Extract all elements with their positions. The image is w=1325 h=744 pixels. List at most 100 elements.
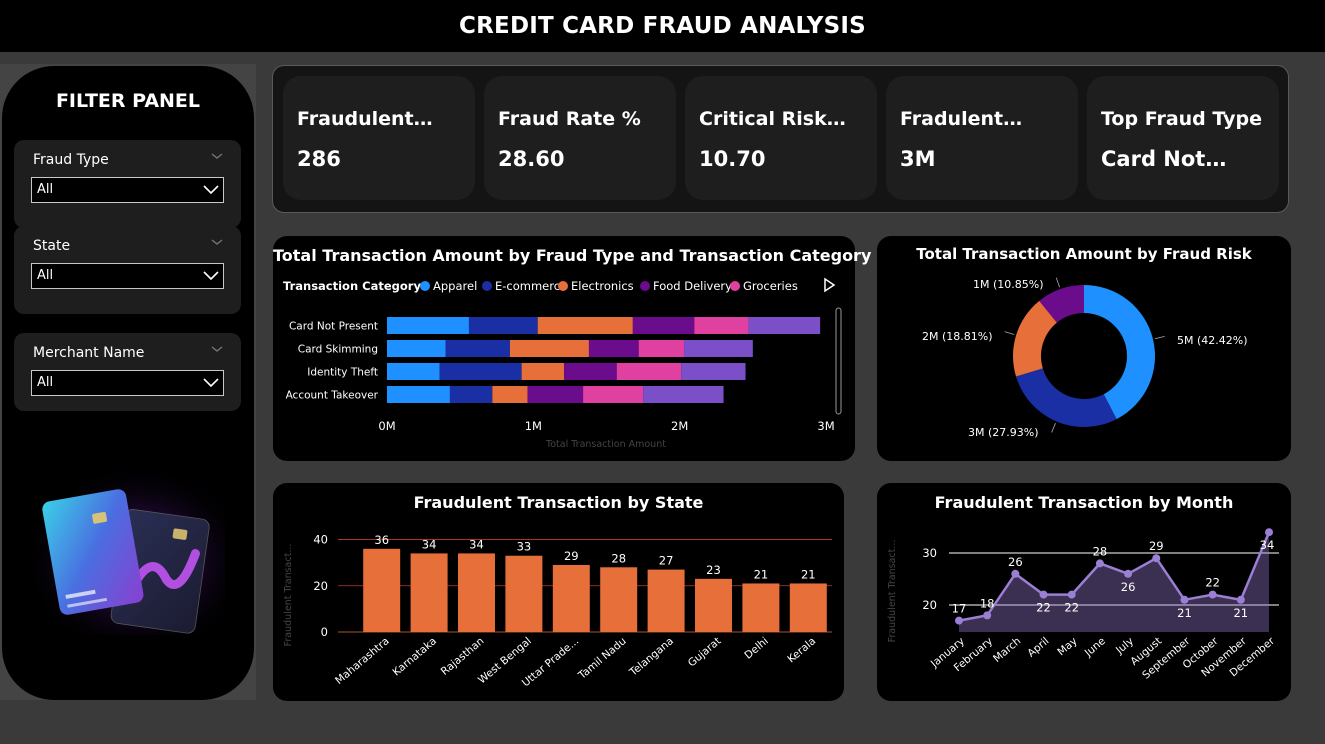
legend-marker-electronics [558,281,568,291]
x-tick-label-maharashtra: Maharashtra [333,635,392,687]
bar-segment-card-skimming-1 [445,340,510,357]
data-point-january [955,616,963,625]
state-dropdown[interactable]: All [31,263,224,289]
legend-label-e-commerce: E-commerce [495,279,567,293]
chart-panel-month: Fraudulent Transaction by Month Fraudule… [877,483,1291,701]
bar-karnataka [410,553,448,632]
kpi-value: 3M [900,147,936,171]
bar-segment-card-not-present-2 [537,317,633,334]
category-label-identity-theft: Identity Theft [307,367,378,379]
data-label: 34 [469,537,484,551]
data-label: 27 [659,554,674,568]
kpi-title: Fraud Rate % [498,108,641,130]
data-label: 26 [1008,555,1023,569]
x-tick-label-telangana: Telangana [627,635,676,679]
x-tick-label-delhi: Delhi [742,635,770,662]
legend-marker-e-commerce [482,281,492,291]
slicer-state: State All [14,226,241,314]
x-tick-label-rajasthan: Rajasthan [439,635,487,678]
bar-segment-card-skimming-2 [509,340,589,357]
data-point-april [1039,590,1048,599]
kpi-value: Card Not… [1101,147,1227,171]
kpi-card-fraudulent-transactions[interactable]: Fraudulent… 286 [283,76,475,200]
kpi-card-fraudulent-amount[interactable]: Fradulent… 3M [886,76,1078,200]
bar-segment-account-takeover-2 [492,386,528,403]
dropdown-value: All [37,375,54,390]
bar-segment-account-takeover-1 [449,386,493,403]
chevron-down-icon[interactable] [211,150,223,162]
leader-line [1004,331,1015,335]
bar-west-bengal [505,555,543,632]
chevron-down-icon[interactable] [211,236,223,248]
x-tick-label: 0M [378,419,395,433]
donut-data-label: 5M (42.42%) [1177,334,1248,347]
x-axis-label: Total Transaction Amount [545,439,666,450]
category-label-account-takeover: Account Takeover [286,390,379,402]
chart-panel-fraud-risk: Total Transaction Amount by Fraud Risk 5… [877,236,1291,461]
category-label-card-skimming: Card Skimming [298,344,378,356]
bar-segment-account-takeover-0 [387,386,450,403]
chevron-down-icon[interactable] [211,343,223,355]
bar-segment-identity-theft-2 [521,363,565,380]
data-label: 21 [1177,606,1192,620]
credit-card-illustration [30,470,225,635]
data-label: 22 [1064,601,1079,615]
bar-segment-card-not-present-0 [387,317,469,334]
kpi-title: Fraudulent… [297,108,433,130]
data-label: 28 [611,551,626,565]
bar-segment-card-not-present-4 [694,317,749,334]
category-label-card-not-present: Card Not Present [289,321,378,333]
legend-marker-groceries [730,281,740,291]
merchant-name-dropdown[interactable]: All [31,370,224,396]
data-label: 22 [1036,601,1051,615]
donut-data-label: 1M (10.85%) [973,278,1044,291]
data-label: 21 [754,567,769,581]
bar-segment-account-takeover-5 [643,386,724,403]
legend-label-electronics: Electronics [571,279,634,293]
kpi-card-fraud-rate[interactable]: Fraud Rate % 28.60 [484,76,676,200]
kpi-card-critical-risk[interactable]: Critical Risk… 10.70 [685,76,877,200]
x-tick-label: 3M [817,419,834,433]
legend-label-apparel: Apparel [433,279,477,293]
chevron-down-icon [203,185,219,195]
x-tick-label-april: April [1025,635,1051,660]
vertical-scrollbar[interactable] [835,307,842,415]
month-area-chart: Fraudulent Transact... 2030 17January18F… [887,528,1279,682]
chevron-down-icon [203,378,219,388]
data-point-october [1208,590,1217,599]
bar-segment-identity-theft-3 [564,363,617,380]
data-point-august [1152,554,1161,563]
page-title: CREDIT CARD FRAUD ANALYSIS [459,13,866,39]
fraud-type-dropdown[interactable]: All [31,177,224,203]
data-point-november [1236,595,1245,604]
y-axis-label: Fraudulent Transact... [283,544,294,647]
bar-segment-identity-theft-0 [387,363,440,380]
data-label: 36 [374,533,389,547]
y-tick-label: 0 [321,625,328,639]
kpi-value: 286 [297,147,341,171]
leader-line [1055,277,1060,288]
kpi-card-top-fraud-type[interactable]: Top Fraud Type Card Not… [1087,76,1279,200]
slicer-label: Fraud Type [33,152,109,168]
bar-segment-card-not-present-3 [632,317,695,334]
y-tick-label: 30 [922,546,937,560]
leader-line [1051,423,1056,433]
data-label: 23 [706,563,721,577]
data-label: 21 [801,567,816,581]
data-label: 18 [980,596,995,610]
bar-segment-card-not-present-1 [468,317,538,334]
data-label: 22 [1205,576,1220,590]
chart-panel-fraud-type-category: Total Transaction Amount by Fraud Type a… [273,236,871,461]
state-bar-chart: Fraudulent Transact... 0 20 40 36 Maharasht… [283,533,832,689]
y-axis-label: Fraudulent Transact... [887,540,898,643]
legend-label-food-delivery: Food Delivery [653,279,732,293]
data-point-june [1095,559,1104,568]
bar-segment-identity-theft-1 [439,363,522,380]
legend-next-arrow-icon[interactable] [824,277,836,293]
donut-data-label: 2M (18.81%) [922,330,993,343]
legend-title: Transaction Category [283,279,421,293]
data-label: 28 [1093,544,1108,558]
donut-data-label: 3M (27.93%) [968,426,1039,439]
data-label: 26 [1121,580,1136,594]
data-label: 21 [1233,606,1248,620]
